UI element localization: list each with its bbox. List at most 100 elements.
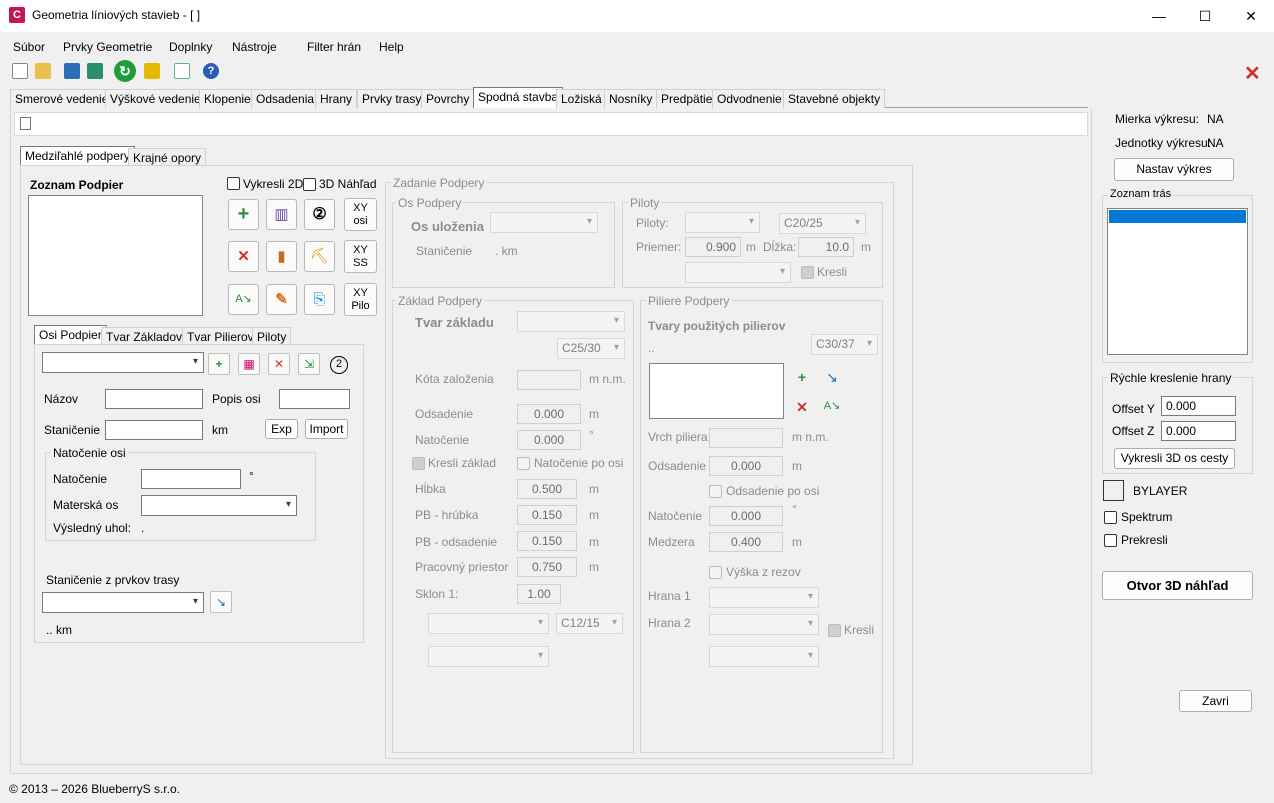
tvar-zakladu-select[interactable]: ▾ [517, 311, 625, 332]
pick-arrow-icon[interactable]: ↘ [210, 591, 232, 613]
menu-filter-hran[interactable]: Filter hrán [307, 40, 361, 54]
zaklad-natocenie-input[interactable]: 0.000 [517, 430, 581, 450]
routes-list-selected-row[interactable] [1109, 210, 1246, 223]
tab-hrany[interactable]: Hrany [315, 89, 358, 108]
chart-icon[interactable]: ▥ [266, 199, 297, 230]
exp-button[interactable]: Exp [265, 419, 298, 439]
copy-icon[interactable]: ⎘ [304, 284, 335, 315]
tab-klopenie[interactable]: Klopenie [199, 89, 256, 108]
axis-tool-icon[interactable]: ⇲ [298, 353, 320, 375]
stanicenie-prvkov-select[interactable]: ▾ [42, 592, 204, 613]
vrch-input[interactable] [709, 428, 783, 448]
zaklad-material-select[interactable]: C25/30 ▾ [557, 338, 625, 359]
offset-z-input[interactable]: 0.000 [1161, 421, 1236, 441]
pencil-cross-icon[interactable]: ✎ [266, 284, 297, 315]
natocenie-input[interactable] [141, 469, 241, 489]
import-button[interactable]: Import [305, 419, 348, 439]
delete-pillar-icon[interactable]: ✕ [792, 399, 812, 419]
axis-select[interactable]: ▾ [42, 352, 204, 373]
axis-number-icon[interactable]: 2 [330, 356, 348, 374]
excavator-icon[interactable]: ⛏ [304, 241, 335, 272]
popis-osi-input[interactable] [279, 389, 350, 409]
menu-nastroje[interactable]: Nástroje [232, 40, 277, 54]
tab-tvar-pilierov[interactable]: Tvar Pilierov [182, 327, 259, 345]
pillar-pick-icon[interactable]: ↘ [822, 369, 842, 389]
tab-piloty[interactable]: Piloty [252, 327, 292, 345]
priemer-input[interactable]: 0.900 [685, 237, 741, 257]
tab-osi-podpier[interactable]: Osi Podpier [34, 325, 107, 345]
otvor-3d-button[interactable]: Otvor 3D náhľad [1102, 571, 1253, 600]
zaklad-type2-select[interactable]: ▾ [428, 613, 549, 634]
delete-axis-icon[interactable]: ✕ [268, 353, 290, 375]
medzera-input[interactable]: 0.400 [709, 532, 783, 552]
prekresli-checkbox[interactable] [1104, 534, 1117, 547]
vykresli-2d-checkbox[interactable] [227, 177, 240, 190]
close-window-icon[interactable]: ✕ [1228, 0, 1274, 32]
axis-color-icon[interactable]: ▦ [238, 353, 260, 375]
stanicenie-input[interactable] [105, 420, 203, 440]
save-as-icon[interactable] [87, 63, 103, 79]
pilier-natocenie-input[interactable]: 0.000 [709, 506, 783, 526]
zaklad-material2-select[interactable]: C12/15 ▾ [556, 613, 623, 634]
sklon-input[interactable]: 1.00 [517, 584, 561, 604]
pillar-shapes-list[interactable] [649, 363, 784, 419]
tab-loziska[interactable]: Ložiská [556, 89, 607, 108]
menu-subor[interactable]: Súbor [13, 40, 45, 54]
hrana2-select[interactable]: ▾ [709, 614, 819, 635]
hlbka-input[interactable]: 0.500 [517, 479, 577, 499]
hrana1-select[interactable]: ▾ [709, 587, 819, 608]
supports-list[interactable] [28, 195, 203, 316]
tab-povrchy[interactable]: Povrchy [421, 89, 475, 108]
tab-nosniky[interactable]: Nosníky [604, 89, 658, 108]
spektrum-checkbox[interactable] [1104, 511, 1117, 524]
odsadenie-po-osi-checkbox[interactable] [709, 485, 722, 498]
tab-odsadenia[interactable]: Odsadenia [251, 89, 320, 108]
nastav-vykres-button[interactable]: Nastav výkres [1114, 158, 1234, 181]
add-axis-icon[interactable]: + [208, 353, 230, 375]
menu-doplnky[interactable]: Doplnky [169, 40, 212, 54]
tab-smerove-vedenie[interactable]: Smerové vedenie [10, 89, 114, 108]
add-support-icon[interactable]: + [228, 199, 259, 230]
pillars-icon[interactable]: ▮ [266, 241, 297, 272]
tab-vyskove-vedenie[interactable]: Výškové vedenie [105, 89, 206, 108]
add-pillar-icon[interactable]: + [792, 369, 812, 389]
menu-prvky-geometrie[interactable]: Prvky Geometrie [63, 40, 152, 54]
new-document-icon[interactable] [20, 117, 31, 130]
rename-icon[interactable]: A↘ [228, 284, 259, 315]
tab-stavebne-objekty[interactable]: Stavebné objekty [783, 89, 886, 108]
pracovny-input[interactable]: 0.750 [517, 557, 577, 577]
zaklad-type3-select[interactable]: ▾ [428, 646, 549, 667]
tab-spodna-stavba[interactable]: Spodná stavba [473, 87, 564, 108]
rename-pillar-icon[interactable]: A↘ [822, 399, 842, 419]
pilier-material-select[interactable]: C30/37 ▾ [811, 334, 878, 355]
nahlad-3d-checkbox[interactable] [303, 178, 316, 191]
zavri-button[interactable]: Zavri [1179, 690, 1252, 712]
refresh-icon[interactable]: ↻ [114, 60, 136, 82]
hrana3-select[interactable]: ▾ [709, 646, 819, 667]
route-icon[interactable] [174, 63, 190, 79]
minimize-icon[interactable]: — [1136, 0, 1182, 32]
new-file-icon[interactable] [12, 63, 28, 79]
number-two-icon[interactable]: ② [304, 199, 335, 230]
pb-hrubka-input[interactable]: 0.150 [517, 505, 577, 525]
tab-medzilahle-podpery[interactable]: Medziľahlé podpery [20, 146, 135, 166]
natocenie-po-osi-checkbox[interactable] [517, 457, 530, 470]
xy-pilo-button[interactable]: XY Pilo [344, 283, 377, 316]
open-folder-icon[interactable] [35, 63, 51, 79]
nazov-input[interactable] [105, 389, 203, 409]
tab-krajne-opory[interactable]: Krajné opory [128, 148, 207, 166]
piloty-material-select[interactable]: C20/25 ▾ [779, 213, 866, 234]
piloty-select[interactable]: ▾ [685, 212, 760, 233]
piloty-kresli-checkbox[interactable] [801, 266, 814, 279]
maximize-icon[interactable]: ☐ [1182, 0, 1228, 32]
dlzka-input[interactable]: 10.0 [798, 237, 854, 257]
tab-odvodnenie[interactable]: Odvodnenie [712, 89, 787, 108]
settings-folder-icon[interactable] [144, 63, 160, 79]
odsadenie-input[interactable]: 0.000 [517, 404, 581, 424]
layer-color-swatch[interactable] [1103, 480, 1124, 501]
tab-tvar-zakladov[interactable]: Tvar Základov [101, 327, 188, 345]
offset-y-input[interactable]: 0.000 [1161, 396, 1236, 416]
pb-odsadenie-input[interactable]: 0.150 [517, 531, 577, 551]
vykresli-3d-button[interactable]: Vykresli 3D os cesty [1114, 448, 1235, 469]
tab-prvky-trasy[interactable]: Prvky trasy [357, 89, 427, 108]
